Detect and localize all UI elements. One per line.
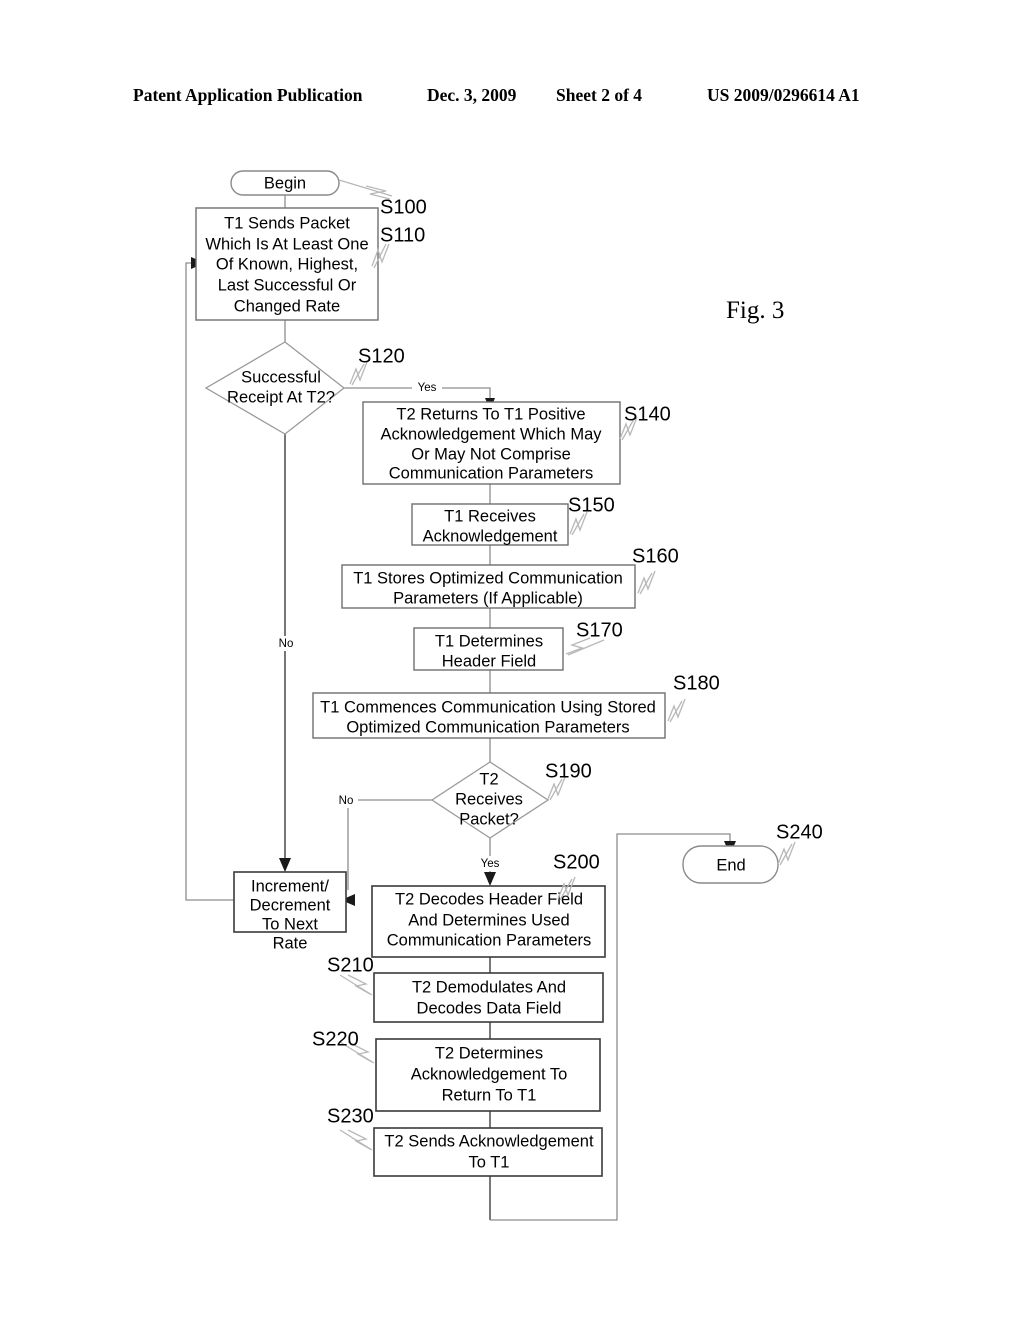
leader-s100 xyxy=(338,179,393,197)
step-s110-line-1: T1 Sends Packet xyxy=(224,214,350,232)
patent-drawing-page: Patent Application Publication Dec. 3, 2… xyxy=(0,0,1024,1320)
flowchart-diagram: Begin T1 Sends Packet Which Is At Least … xyxy=(185,170,823,1221)
step-s180-line-1: T1 Commences Communication Using Stored xyxy=(320,698,656,716)
step-s150-line-2: Acknowledgement xyxy=(423,527,558,545)
decision-s190-line-1: T2 xyxy=(479,770,498,788)
step-s170-line-2: Header Field xyxy=(442,652,536,670)
branch-label-s120-yes: Yes xyxy=(418,382,437,394)
step-s130-line-3: To Next xyxy=(262,915,318,933)
decision-s120-line-2: Receipt At T2? xyxy=(227,388,335,406)
step-s200-line-2: And Determines Used xyxy=(408,911,569,929)
step-ref-s230: S230 xyxy=(327,1105,374,1127)
decision-s120-line-1: Successful xyxy=(241,368,321,386)
branch-label-s120-no: No xyxy=(279,638,294,650)
step-s110-line-3: Of Known, Highest, xyxy=(216,255,358,273)
step-s200-line-3: Communication Parameters xyxy=(387,931,592,949)
step-ref-s120: S120 xyxy=(358,345,405,367)
step-ref-s100: S100 xyxy=(380,196,427,218)
step-s130-line-2: Decrement xyxy=(250,896,331,914)
step-s230-line-1: T2 Sends Acknowledgement xyxy=(384,1132,594,1150)
step-ref-s110: S110 xyxy=(380,224,425,246)
step-ref-s140: S140 xyxy=(624,403,671,425)
step-s110-line-4: Last Successful Or xyxy=(218,276,357,294)
step-s140-line-3: Or May Not Comprise xyxy=(411,445,571,463)
branch-label-s190-no: No xyxy=(339,795,354,807)
step-s210-line-1: T2 Demodulates And xyxy=(412,978,566,996)
end-terminal-label: End xyxy=(716,856,745,874)
arrowhead-s130-top-in xyxy=(279,858,291,872)
connector-s190-no-to-s130 xyxy=(347,799,432,890)
step-ref-s200: S200 xyxy=(553,851,600,873)
step-s220-line-1: T2 Determines xyxy=(435,1044,543,1062)
arrowhead-s200-in xyxy=(484,872,496,886)
step-ref-s220: S220 xyxy=(312,1028,359,1050)
step-s140-line-2: Acknowledgement Which May xyxy=(380,425,602,443)
step-s110-line-2: Which Is At Least One xyxy=(205,235,368,253)
connector-s130-feedback-to-s110 xyxy=(185,262,234,901)
step-ref-s180: S180 xyxy=(673,672,720,694)
step-s180-line-2: Optimized Communication Parameters xyxy=(346,718,629,736)
step-s200-line-1: T2 Decodes Header Field xyxy=(395,890,583,908)
step-s220-line-2: Acknowledgement To xyxy=(411,1065,568,1083)
step-s130-line-4: Rate xyxy=(273,934,308,952)
step-s170-line-1: T1 Determines xyxy=(435,632,543,650)
step-s130-line-1: Increment/ xyxy=(251,877,329,895)
step-s140-line-1: T2 Returns To T1 Positive xyxy=(396,405,585,423)
step-ref-s240: S240 xyxy=(776,821,823,843)
step-s160-line-2: Parameters (If Applicable) xyxy=(393,589,583,607)
step-ref-s150: S150 xyxy=(568,494,615,516)
step-s230-line-2: To T1 xyxy=(469,1153,510,1171)
leader-s170 xyxy=(567,639,605,656)
decision-s190-line-3: Packet? xyxy=(459,810,519,828)
step-s150-line-1: T1 Receives xyxy=(444,507,536,525)
step-s160-line-1: T1 Stores Optimized Communication xyxy=(353,569,623,587)
decision-s190-line-2: Receives xyxy=(455,790,523,808)
step-s210-line-2: Decodes Data Field xyxy=(417,999,562,1017)
step-ref-s160: S160 xyxy=(632,545,679,567)
step-ref-s210: S210 xyxy=(327,954,374,976)
step-ref-s190: S190 xyxy=(545,760,592,782)
branch-label-s190-yes: Yes xyxy=(481,858,500,870)
step-s110-line-5: Changed Rate xyxy=(234,297,340,315)
step-s140-line-4: Communication Parameters xyxy=(389,464,594,482)
step-ref-s170: S170 xyxy=(576,619,623,641)
begin-terminal-label: Begin xyxy=(264,174,306,192)
step-s220-line-3: Return To T1 xyxy=(442,1086,537,1104)
